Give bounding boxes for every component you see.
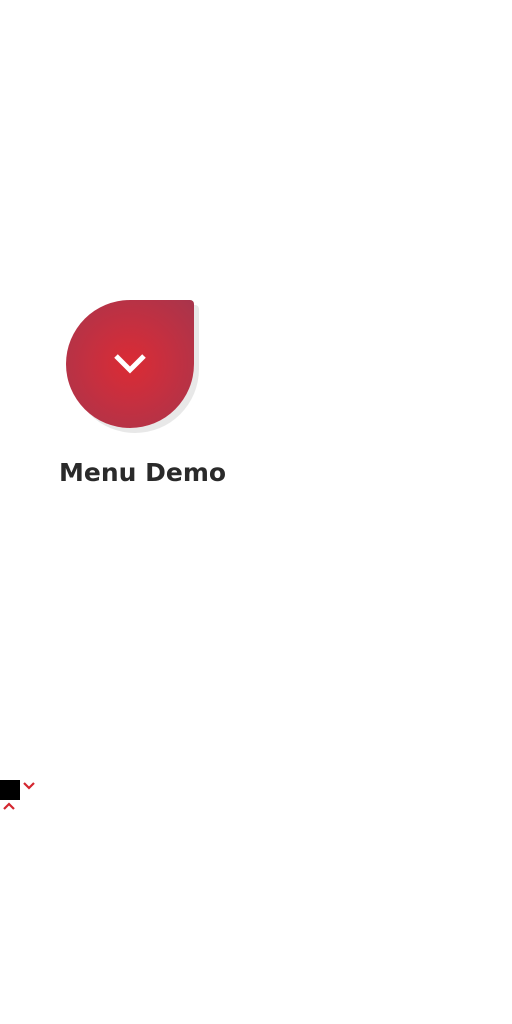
chevron-up-icon[interactable] xyxy=(2,801,16,811)
black-swatch xyxy=(0,780,20,800)
chevron-down-icon xyxy=(114,354,146,374)
menu-toggle-button[interactable] xyxy=(66,300,194,428)
menu-demo-title: Menu Demo xyxy=(59,458,227,487)
chevron-down-icon[interactable] xyxy=(22,781,36,791)
